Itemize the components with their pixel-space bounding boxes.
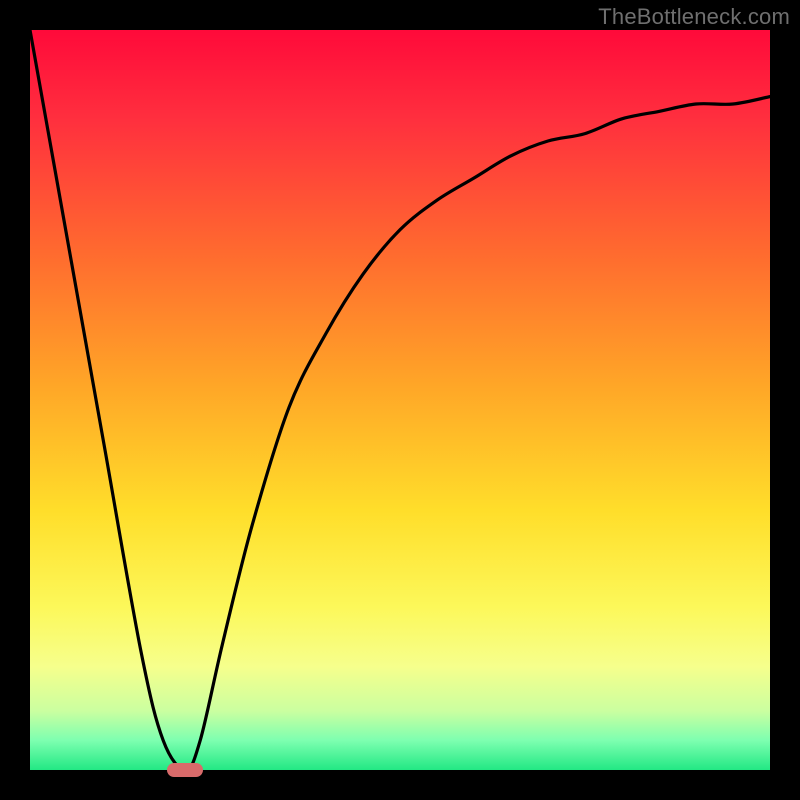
watermark-text: TheBottleneck.com [598,4,790,30]
optimum-marker [167,763,203,777]
plot-area [30,30,770,770]
bottleneck-curve [30,30,770,770]
chart-frame: TheBottleneck.com [0,0,800,800]
